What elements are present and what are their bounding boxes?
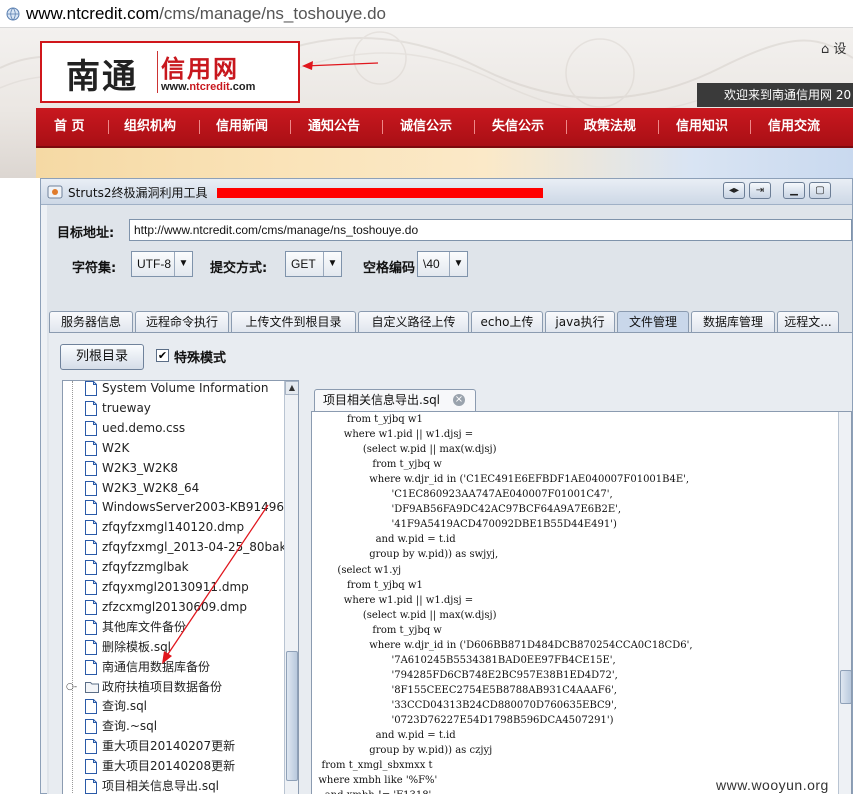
watermark: www.wooyun.org (716, 777, 829, 793)
screenshot-root: www.ntcredit.com/cms/manage/ns_toshouye.… (0, 0, 853, 794)
arrow-to-folder (162, 504, 269, 664)
arrow-to-logo (302, 61, 379, 70)
annotation-arrows (162, 61, 379, 664)
